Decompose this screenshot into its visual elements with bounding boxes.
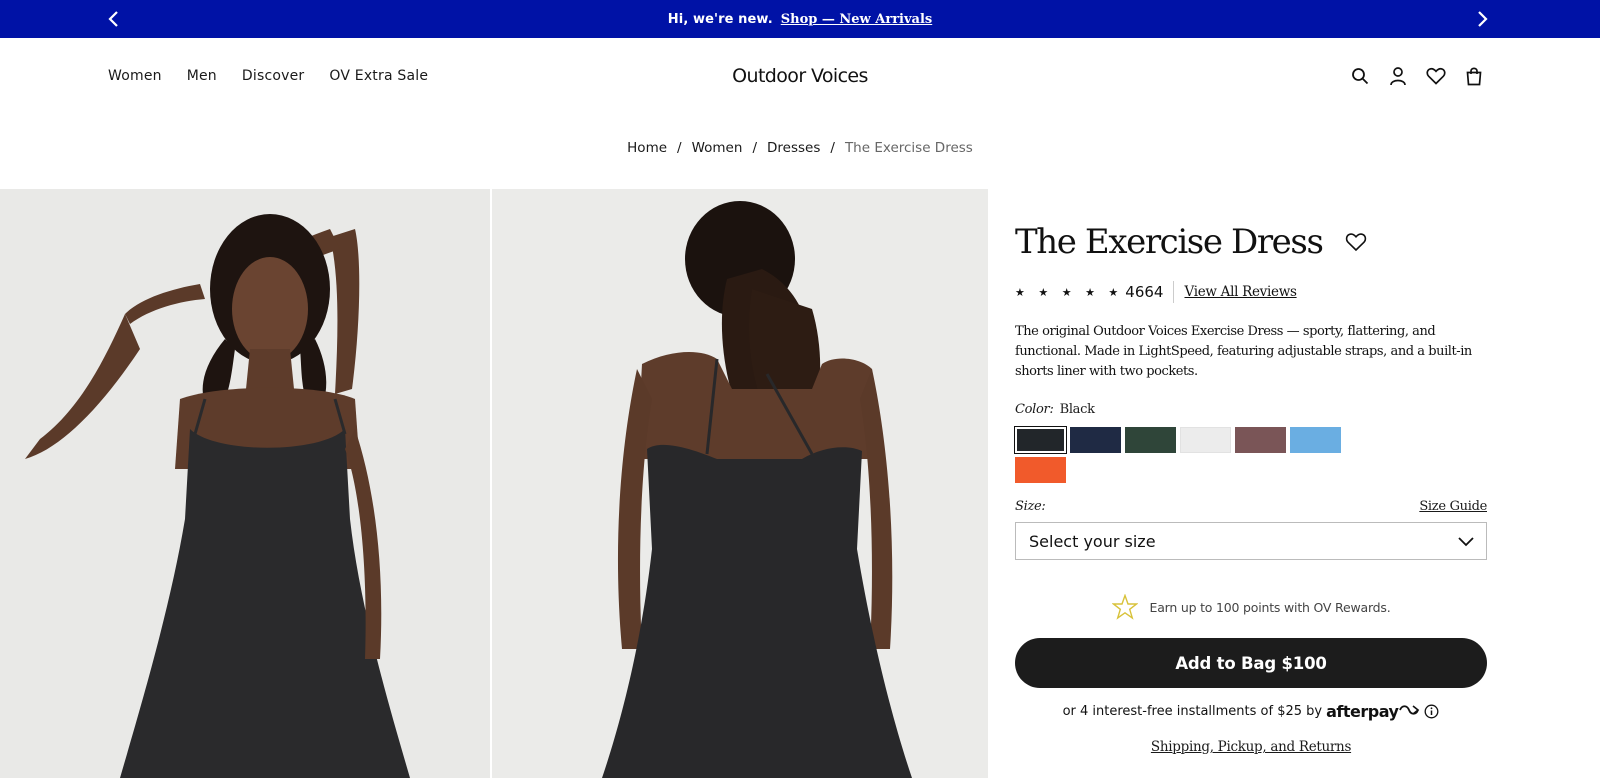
breadcrumb-separator: / xyxy=(677,140,682,156)
add-to-bag-button[interactable]: Add to Bag $100 xyxy=(1015,638,1487,688)
product-details: The Exercise Dress ★ ★ ★ ★ ★ 4664 View A… xyxy=(1014,210,1487,755)
color-swatch[interactable] xyxy=(1014,426,1067,454)
color-swatch[interactable] xyxy=(1235,427,1286,453)
info-icon[interactable] xyxy=(1424,704,1439,719)
reviews-row: ★ ★ ★ ★ ★ 4664 View All Reviews xyxy=(1015,280,1487,304)
product-image-back[interactable] xyxy=(492,189,988,778)
color-swatch[interactable] xyxy=(1070,427,1121,453)
afterpay-text: or 4 interest-free installments of $25 b… xyxy=(1062,704,1323,719)
bag-icon[interactable] xyxy=(1464,66,1484,86)
afterpay-row: or 4 interest-free installments of $25 b… xyxy=(1015,702,1487,721)
color-label: Color: xyxy=(1015,402,1054,417)
account-icon[interactable] xyxy=(1388,66,1408,86)
rating-stars[interactable]: ★ ★ ★ ★ ★ xyxy=(1015,286,1123,299)
size-select[interactable]: Select your size xyxy=(1015,522,1487,560)
divider xyxy=(1173,281,1175,303)
heart-icon[interactable] xyxy=(1426,66,1446,86)
announcement-bar: Hi, we're new. Shop — New Arrivals xyxy=(0,0,1600,38)
size-select-value: Select your size xyxy=(1029,531,1156,551)
color-swatch[interactable] xyxy=(1015,457,1066,483)
breadcrumb-separator: / xyxy=(752,140,757,156)
rewards-row: Earn up to 100 points with OV Rewards. xyxy=(1015,594,1487,620)
size-row: Size: Size Guide xyxy=(1015,499,1487,514)
logo-text[interactable]: Outdoor Voices xyxy=(732,65,868,87)
breadcrumb-home[interactable]: Home xyxy=(627,140,667,156)
review-count: 4664 xyxy=(1125,283,1164,301)
product-title: The Exercise Dress xyxy=(1015,222,1324,262)
chevron-left-icon[interactable] xyxy=(95,0,133,38)
chevron-right-icon[interactable] xyxy=(1463,0,1501,38)
rewards-star-icon xyxy=(1111,594,1138,620)
color-swatches xyxy=(1014,426,1355,483)
chevron-down-icon xyxy=(1458,532,1474,551)
breadcrumb-dresses[interactable]: Dresses xyxy=(767,140,820,156)
view-all-reviews-link[interactable]: View All Reviews xyxy=(1184,284,1296,300)
color-row: Color: Black xyxy=(1015,402,1487,417)
shipping-pickup-returns-link[interactable]: Shipping, Pickup, and Returns xyxy=(1015,739,1487,755)
header-icons xyxy=(1350,38,1484,114)
wishlist-heart-icon[interactable] xyxy=(1345,230,1369,254)
nav-ov-extra-sale[interactable]: OV Extra Sale xyxy=(329,68,428,84)
size-guide-link[interactable]: Size Guide xyxy=(1419,499,1487,514)
announcement-message: Hi, we're new. xyxy=(667,11,773,27)
product-image-front[interactable] xyxy=(0,189,490,778)
main-nav: Women Men Discover OV Extra Sale xyxy=(108,38,428,114)
afterpay-arrows-icon xyxy=(1398,703,1420,721)
breadcrumb-separator: / xyxy=(830,140,835,156)
size-label: Size: xyxy=(1015,499,1046,514)
nav-women[interactable]: Women xyxy=(108,68,162,84)
breadcrumb-current: The Exercise Dress xyxy=(844,140,973,156)
color-value: Black xyxy=(1059,402,1095,417)
title-row: The Exercise Dress xyxy=(1015,210,1487,274)
search-icon[interactable] xyxy=(1350,66,1370,86)
announcement-link[interactable]: Shop — New Arrivals xyxy=(781,12,932,27)
color-swatch[interactable] xyxy=(1180,427,1231,453)
breadcrumb: Home / Women / Dresses / The Exercise Dress xyxy=(0,140,1600,156)
color-swatch[interactable] xyxy=(1290,427,1341,453)
site-header: Outdoor Voices Women Men Discover OV Ext… xyxy=(0,38,1600,114)
rewards-text: Earn up to 100 points with OV Rewards. xyxy=(1149,599,1391,615)
breadcrumb-women[interactable]: Women xyxy=(692,140,743,156)
product-description: The original Outdoor Voices Exercise Dre… xyxy=(1015,324,1472,379)
nav-discover[interactable]: Discover xyxy=(242,68,304,84)
afterpay-logo: afterpay xyxy=(1326,702,1399,721)
color-swatch[interactable] xyxy=(1125,427,1176,453)
nav-men[interactable]: Men xyxy=(187,68,217,84)
